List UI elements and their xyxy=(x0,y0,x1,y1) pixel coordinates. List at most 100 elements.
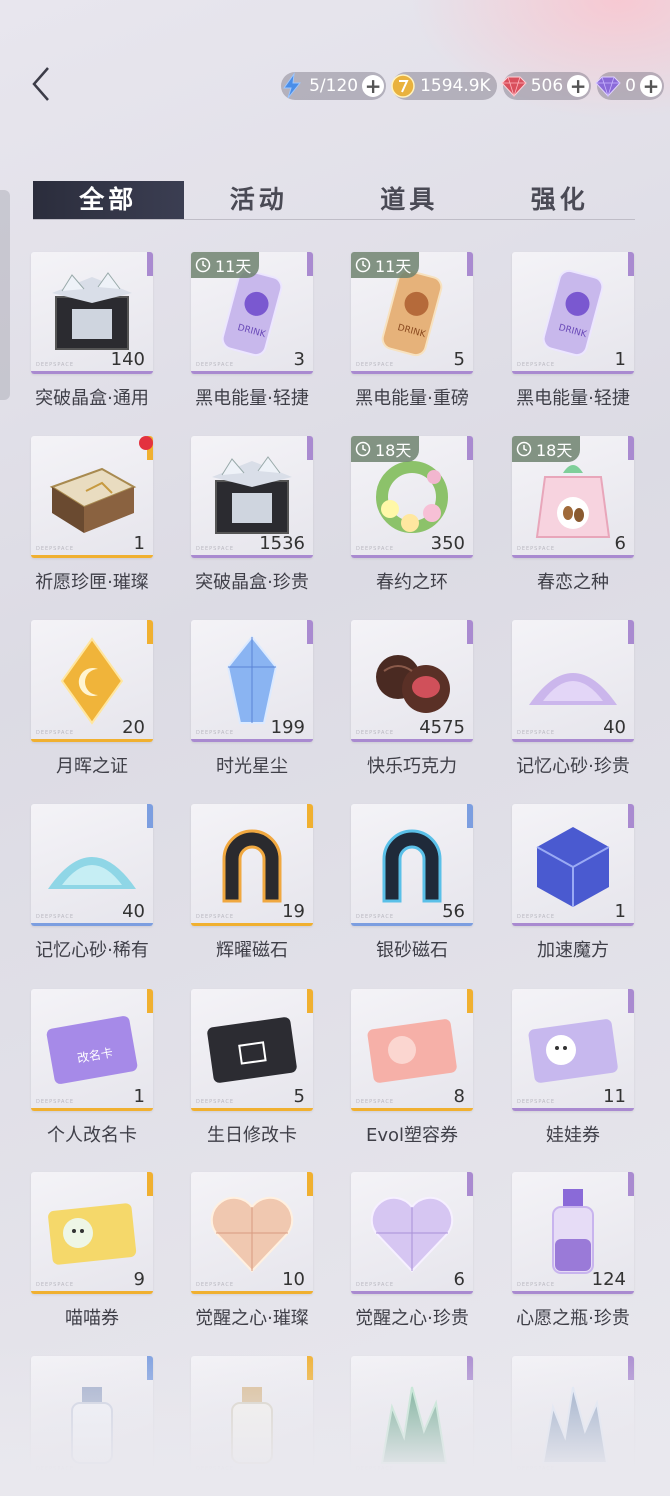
rarity-bar xyxy=(512,1108,634,1111)
item-card[interactable]: DEEPSPACE 11 xyxy=(512,989,634,1111)
brand-mark: DEEPSPACE xyxy=(196,914,235,920)
inventory-item[interactable]: DRINK DEEPSPACE 11天 3 黑电能量·轻捷 xyxy=(191,252,315,410)
item-name: 觉醒之心·珍贵 xyxy=(355,1308,469,1329)
inventory-item[interactable]: DEEPSPACE 18天 6 春恋之种 xyxy=(512,436,636,594)
heart-purple-icon xyxy=(370,1196,454,1273)
inventory-item[interactable]: 改名卡 DEEPSPACE 1 个人改名卡 xyxy=(31,989,155,1147)
item-card[interactable]: 改名卡 DEEPSPACE 1 xyxy=(31,989,153,1111)
brand-mark: DEEPSPACE xyxy=(356,730,395,736)
rarity-tag xyxy=(628,252,634,276)
item-card[interactable]: DRINK DEEPSPACE 11天 5 xyxy=(351,252,473,374)
rarity-tag xyxy=(467,620,473,644)
brand-mark: DEEPSPACE xyxy=(36,1099,75,1105)
inventory-item[interactable]: DEEPSPACE 18天 350 春约之环 xyxy=(351,436,475,594)
inventory-item[interactable]: DEEPSPACE 124 心愿之瓶·珍贵 xyxy=(512,1172,636,1330)
inventory-item[interactable]: DEEPSPACE 5 生日修改卡 xyxy=(191,989,315,1147)
inventory-item[interactable]: DEEPSPACE 1 加速魔方 xyxy=(512,804,636,962)
item-card[interactable]: DEEPSPACE 40 xyxy=(512,620,634,742)
inventory-item[interactable]: DEEPSPACE 10 觉醒之心·璀璨 xyxy=(191,1172,315,1330)
item-count: 8 xyxy=(453,1086,465,1107)
add-stamina-button[interactable]: + xyxy=(362,75,385,97)
stamina-value: 5/120 xyxy=(309,76,359,96)
item-card[interactable]: DEEPSPACE 6 xyxy=(351,1172,473,1294)
purple-diamond-icon xyxy=(593,71,623,101)
inventory-item[interactable]: DEEPSPACE 56 银砂磁石 xyxy=(351,804,475,962)
inventory-item[interactable]: DEEPSPACE 40 记忆心砂·珍贵 xyxy=(512,620,636,778)
rarity-tag xyxy=(467,436,473,460)
item-card[interactable]: DEEPSPACE 199 xyxy=(191,620,313,742)
item-name: 黑电能量·重磅 xyxy=(355,388,469,409)
rarity-tag xyxy=(628,620,634,644)
item-count: 5 xyxy=(453,349,465,370)
back-button[interactable] xyxy=(26,64,62,104)
inventory-item[interactable]: DEEPSPACE 140 突破晶盒·通用 xyxy=(31,252,155,410)
item-card[interactable]: DRINK DEEPSPACE 11天 3 xyxy=(191,252,313,374)
item-count: 1 xyxy=(614,901,626,922)
item-card[interactable]: DEEPSPACE 10 xyxy=(191,1172,313,1294)
tab-enhance[interactable]: 强化 xyxy=(485,181,636,219)
item-card[interactable]: DEEPSPACE 5 xyxy=(191,989,313,1111)
item-card[interactable]: DEEPSPACE 8 xyxy=(351,989,473,1111)
add-gem-button[interactable]: + xyxy=(567,75,590,97)
chocolate-icon xyxy=(376,655,450,713)
sand-blue-icon xyxy=(48,857,136,889)
rarity-bar xyxy=(512,1291,634,1294)
item-name: 记忆心砂·珍贵 xyxy=(516,756,630,777)
item-name: 快乐巧克力 xyxy=(367,756,457,777)
rarity-bar xyxy=(31,371,153,374)
inventory-item[interactable]: DEEPSPACE 11 娃娃券 xyxy=(512,989,636,1147)
item-card[interactable]: DEEPSPACE 4575 xyxy=(351,620,473,742)
rarity-tag xyxy=(307,1172,313,1196)
item-card[interactable]: DEEPSPACE 20 xyxy=(31,620,153,742)
inventory-item[interactable]: DEEPSPACE 40 记忆心砂·稀有 xyxy=(31,804,155,962)
rarity-tag xyxy=(628,436,634,460)
item-card[interactable]: DRINK DEEPSPACE 1 xyxy=(512,252,634,374)
item-count: 140 xyxy=(110,349,145,370)
brand-mark: DEEPSPACE xyxy=(517,730,556,736)
item-card[interactable]: DEEPSPACE 40 xyxy=(31,804,153,926)
inventory-item[interactable]: DEEPSPACE 199 时光星尘 xyxy=(191,620,315,778)
rarity-tag xyxy=(307,804,313,828)
brand-mark: DEEPSPACE xyxy=(196,1099,235,1105)
rarity-tag xyxy=(467,989,473,1013)
item-card[interactable]: DEEPSPACE 140 xyxy=(31,252,153,374)
heart-gold-icon xyxy=(210,1196,294,1273)
rarity-tag xyxy=(147,620,153,644)
clock-icon xyxy=(195,257,211,273)
inventory-item[interactable]: DRINK DEEPSPACE 1 黑电能量·轻捷 xyxy=(512,252,636,410)
item-card[interactable]: DEEPSPACE 18天 350 xyxy=(351,436,473,558)
item-count: 56 xyxy=(442,901,465,922)
item-card[interactable]: DEEPSPACE 124 xyxy=(512,1172,634,1294)
tab-all[interactable]: 全部 xyxy=(33,181,184,219)
rarity-bar xyxy=(512,739,634,742)
item-card[interactable]: DEEPSPACE 18天 6 xyxy=(512,436,634,558)
item-count: 9 xyxy=(133,1269,145,1290)
inventory-item[interactable]: DEEPSPACE 8 Evol塑容券 xyxy=(351,989,475,1147)
expiry-text: 18天 xyxy=(375,441,412,460)
inventory-item[interactable]: DEEPSPACE 6 觉醒之心·珍贵 xyxy=(351,1172,475,1330)
inventory-item[interactable]: DEEPSPACE 4575 快乐巧克力 xyxy=(351,620,475,778)
tab-event[interactable]: 活动 xyxy=(184,181,335,219)
inventory-item[interactable]: DRINK DEEPSPACE 11天 5 黑电能量·重磅 xyxy=(351,252,475,410)
inventory-item[interactable]: DEEPSPACE 19 辉曜磁石 xyxy=(191,804,315,962)
expiry-text: 18天 xyxy=(536,441,573,460)
inventory-item[interactable]: DEEPSPACE 1536 突破晶盒·珍贵 xyxy=(191,436,315,594)
brand-mark: DEEPSPACE xyxy=(356,1282,395,1288)
item-card[interactable]: DEEPSPACE 1 xyxy=(31,436,153,558)
item-card[interactable]: DEEPSPACE 1 xyxy=(512,804,634,926)
gold-value: 1594.9K xyxy=(420,76,491,96)
item-card[interactable]: DEEPSPACE 56 xyxy=(351,804,473,926)
add-purple-gem-button[interactable]: + xyxy=(640,75,662,97)
expiry-text: 11天 xyxy=(215,257,252,276)
inventory-item[interactable]: DEEPSPACE 20 月晖之证 xyxy=(31,620,155,778)
rarity-tag xyxy=(628,1172,634,1196)
item-card[interactable]: DEEPSPACE 1536 xyxy=(191,436,313,558)
inventory-item[interactable]: DEEPSPACE 9 喵喵券 xyxy=(31,1172,155,1330)
item-card[interactable]: DEEPSPACE 9 xyxy=(31,1172,153,1294)
tab-props[interactable]: 道具 xyxy=(334,181,485,219)
inventory-item[interactable]: DEEPSPACE 1 祈愿珍匣·璀璨 xyxy=(31,436,155,594)
resource-bar: 5/120 + 1594.9K 506 + 0 + xyxy=(281,72,664,100)
item-card[interactable]: DEEPSPACE 19 xyxy=(191,804,313,926)
rarity-bar xyxy=(512,923,634,926)
top-glow xyxy=(410,0,670,120)
